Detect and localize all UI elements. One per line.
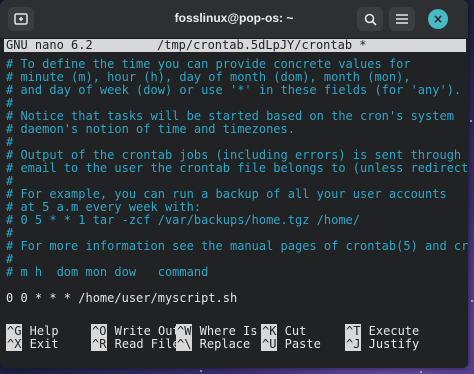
shortcut-key: ^K [261, 324, 278, 338]
shortcut-exit: ^X Exit [6, 337, 59, 351]
shortcut-key: ^X [6, 337, 23, 351]
shortcut-key: ^T [345, 324, 362, 338]
shortcut-key: ^G [6, 324, 23, 338]
shortcut-paste: ^U Paste [261, 337, 321, 351]
shortcut-label: Execute [361, 324, 420, 338]
comment-line: # daemon's notion of time and timezones. [6, 122, 295, 136]
shortcut-key: ^W [176, 324, 193, 338]
nano-version: GNU nano 6.2 [6, 38, 93, 52]
shortcut-label: Exit [22, 337, 59, 351]
shortcut-label: Paste [277, 337, 321, 351]
shortcut-key: ^U [261, 337, 278, 351]
shortcut-label: Where Is [192, 324, 258, 338]
shortcut-key: ^J [345, 337, 362, 351]
shortcut-label: Replace [192, 337, 251, 351]
shortcut-replace: ^\ Replace [176, 337, 251, 351]
menu-button[interactable] [389, 7, 415, 31]
comment-line: # email to the user the crontab file bel… [6, 161, 468, 175]
close-button[interactable]: × [428, 9, 448, 29]
terminal-content[interactable]: GNU nano 6.2/tmp/crontab.5dLpJY/crontab … [0, 39, 468, 368]
shortcut-label: Read File [107, 337, 180, 351]
shortcut-justify: ^J Justify [345, 337, 420, 351]
title-bar: fosslinux@pop-os: ~ × [0, 0, 468, 39]
hamburger-menu-icon [396, 14, 408, 24]
shortcut-key: ^\ [176, 337, 193, 351]
comment-line: # For more information see the manual pa… [6, 239, 468, 253]
shortcut-read-file: ^R Read File [91, 337, 180, 351]
nano-filename: /tmp/crontab.5dLpJY/crontab * [157, 38, 367, 52]
comment-line: # m h dom mon dow command [6, 265, 209, 279]
terminal-window: fosslinux@pop-os: ~ × GNU nano 6.2/tmp/c… [0, 0, 468, 368]
shortcut-label: Write Out [107, 324, 180, 338]
shortcut-label: Justify [361, 337, 420, 351]
comment-line: # 0 5 * * 1 tar -zcf /var/backups/home.t… [6, 213, 361, 227]
close-icon: × [432, 12, 444, 26]
code-line: 0 0 * * * /home/user/myscript.sh [6, 291, 238, 305]
shortcut-key: ^O [91, 324, 108, 338]
search-button[interactable] [357, 7, 383, 31]
shortcut-label: Cut [277, 324, 307, 338]
search-icon [364, 13, 377, 26]
shortcut-key: ^R [91, 337, 108, 351]
shortcut-label: Help [22, 324, 59, 338]
nano-header: GNU nano 6.2/tmp/crontab.5dLpJY/crontab … [4, 39, 466, 52]
comment-line: # and day of week (dow) or use '*' in th… [6, 83, 462, 97]
